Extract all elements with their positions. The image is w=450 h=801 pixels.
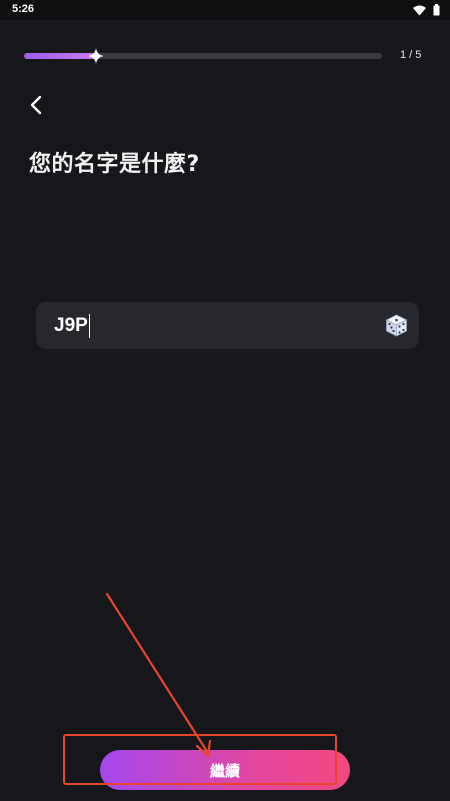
back-button[interactable] [24,92,50,118]
status-icons [413,4,440,16]
wifi-icon [413,5,426,16]
text-caret [88,314,91,338]
annotation-arrow [105,592,212,758]
progress-bar [24,48,382,64]
progress-count: 1 / 5 [400,49,422,61]
status-time: 5:26 [12,3,35,15]
battery-icon [433,4,440,16]
chevron-left-icon [24,95,50,122]
page-title: 您的名字是什麼? [29,152,200,177]
onboarding-screen: 5:26 1 / 5 您的名字是什麼? J9P 繼續 [0,0,450,801]
name-input-value: J9P [54,315,88,336]
dice-icon [384,314,409,342]
name-input[interactable]: J9P [54,313,91,339]
randomize-name-button[interactable] [384,313,409,338]
status-bar: 5:26 [0,0,450,20]
sparkle-icon [87,48,104,64]
name-field[interactable]: J9P [36,302,419,349]
annotation-highlight-box [63,734,337,785]
progress-fill [24,53,96,59]
